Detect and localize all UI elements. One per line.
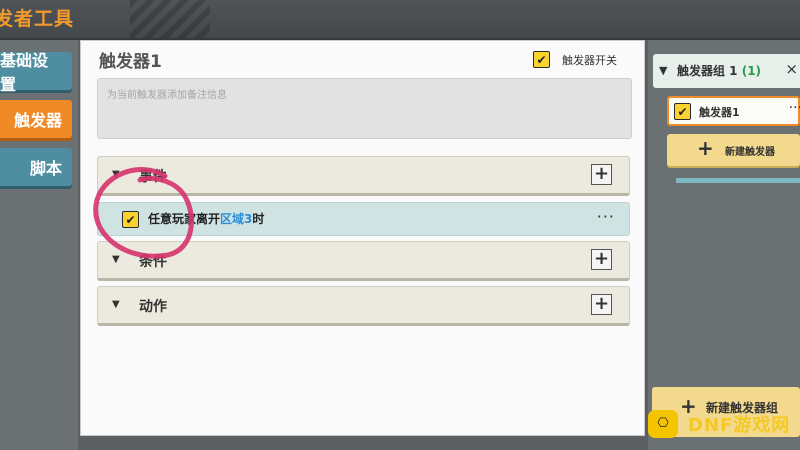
sidebar-item-label: 脚本 <box>29 159 62 178</box>
window-title: 发者工具 <box>0 8 75 30</box>
title-bar: 发者工具 <box>0 0 800 40</box>
trigger-item-checkbox[interactable]: ✔ <box>674 103 691 120</box>
plus-icon: + <box>697 136 714 160</box>
checkmark-icon: ✔ <box>125 212 136 227</box>
event-text: 任意玩家离开区域3时 <box>148 210 264 227</box>
sidebar-item-label: 触发器 <box>13 111 62 130</box>
plus-icon: + <box>593 248 610 269</box>
trigger-note-field[interactable]: 为当前触发器添加备注信息 <box>97 78 632 139</box>
event-text-suffix: 时 <box>252 212 265 226</box>
plus-icon: + <box>593 163 610 184</box>
trigger-item-name: 触发器1 <box>699 106 740 119</box>
close-icon[interactable]: × <box>785 60 798 78</box>
section-actions[interactable]: ▼ 动作 + <box>97 286 630 326</box>
sidebar-item-basic-settings[interactable]: 基础设置 <box>0 51 72 94</box>
sidebar-item-triggers[interactable]: 触发器 <box>0 100 72 138</box>
event-text-prefix: 任意玩家离开 <box>148 212 221 226</box>
sidebar: 基础设置 触发器 脚本 <box>0 40 78 450</box>
collapse-triangle-icon[interactable]: ▼ <box>659 64 667 77</box>
note-placeholder: 为当前触发器添加备注信息 <box>107 90 227 101</box>
group-divider <box>676 178 800 183</box>
gamepad-logo-icon: ⎔ <box>648 410 678 438</box>
trigger-switch-checkbox[interactable]: ✔ <box>533 51 550 68</box>
sidebar-item-scripts[interactable]: 脚本 <box>0 148 72 186</box>
section-label: 条件 <box>139 254 167 270</box>
section-label: 事件 <box>139 169 167 185</box>
add-action-button[interactable]: + <box>591 294 612 315</box>
event-region-link[interactable]: 区域3 <box>220 212 252 226</box>
trigger-editor-panel: 触发器1 ✔ 触发器开关 为当前触发器添加备注信息 ▼ 事件 + ✔ 任意玩家离… <box>80 40 645 436</box>
section-label: 动作 <box>139 299 167 315</box>
section-events[interactable]: ▼ 事件 + <box>97 156 630 196</box>
add-event-button[interactable]: + <box>591 164 612 185</box>
new-trigger-label: 新建触发器 <box>725 147 775 158</box>
trigger-title: 触发器1 <box>99 52 162 72</box>
event-enable-checkbox[interactable]: ✔ <box>122 211 139 228</box>
checkmark-icon: ✔ <box>536 52 547 67</box>
trigger-switch-label: 触发器开关 <box>562 54 617 67</box>
more-options-icon[interactable]: ··· <box>789 100 800 116</box>
group-name: 触发器组 1 (1) <box>677 62 761 79</box>
expand-triangle-icon[interactable]: ▼ <box>112 169 120 180</box>
expand-triangle-icon[interactable]: ▼ <box>112 299 120 310</box>
plus-icon: + <box>593 293 610 314</box>
group-count: (1) <box>741 64 762 78</box>
sidebar-item-label: 基础设置 <box>0 51 49 94</box>
watermark-text: DNF游戏网 <box>688 415 791 436</box>
group-name-text: 触发器组 1 <box>677 64 738 78</box>
section-conditions[interactable]: ▼ 条件 + <box>97 241 630 281</box>
title-decoration <box>130 0 210 38</box>
trigger-list-item[interactable]: ✔ 触发器1 ··· <box>667 96 800 126</box>
event-row[interactable]: ✔ 任意玩家离开区域3时 ··· <box>97 202 630 236</box>
trigger-group-header[interactable]: ▼ 触发器组 1 (1) × <box>653 54 800 88</box>
checkmark-icon: ✔ <box>677 104 688 119</box>
add-condition-button[interactable]: + <box>591 249 612 270</box>
expand-triangle-icon[interactable]: ▼ <box>112 254 120 265</box>
more-options-icon[interactable]: ··· <box>597 207 615 226</box>
new-trigger-button[interactable]: + 新建触发器 <box>667 134 800 166</box>
